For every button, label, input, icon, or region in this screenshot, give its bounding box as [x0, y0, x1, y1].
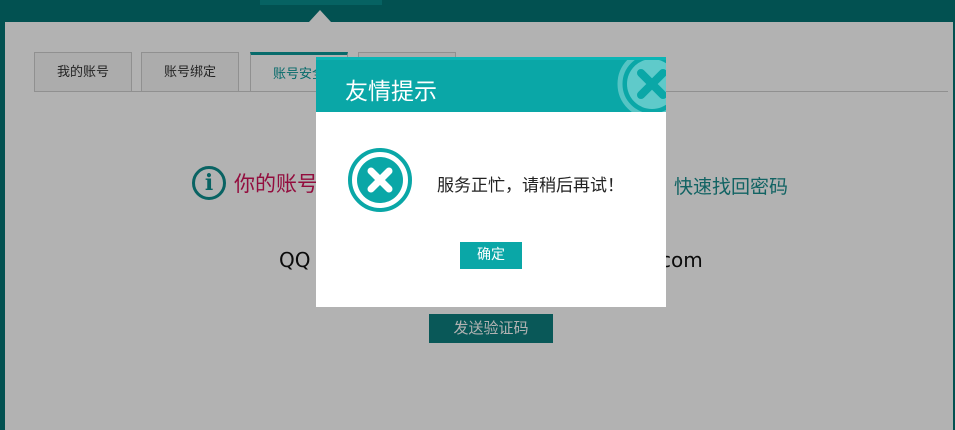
- close-icon[interactable]: [616, 57, 666, 112]
- error-icon: [348, 148, 412, 212]
- alert-dialog: 友情提示 服务正忙，请稍后再试！ 确定: [316, 57, 666, 307]
- dialog-message: 服务正忙，请稍后再试！: [437, 176, 624, 196]
- dialog-header: 友情提示: [316, 57, 666, 112]
- dialog-title: 友情提示: [345, 79, 437, 105]
- confirm-button[interactable]: 确定: [460, 242, 522, 269]
